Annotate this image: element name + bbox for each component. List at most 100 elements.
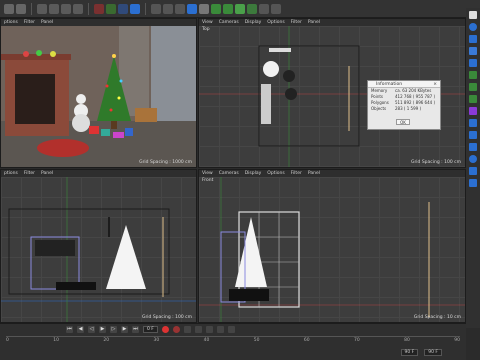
select-icon[interactable] <box>37 3 47 14</box>
x-axis-icon[interactable] <box>94 3 104 14</box>
grid-spacing-label: Grid Spacing : 10 cm <box>413 315 461 320</box>
go-to-start-icon[interactable]: ⏮ <box>66 325 73 333</box>
right-view-geometry <box>1 177 196 322</box>
front-view-geometry <box>199 177 465 322</box>
globe-icon[interactable] <box>469 155 477 163</box>
menu-options[interactable]: ptions <box>4 171 18 176</box>
redo-icon[interactable] <box>16 3 26 14</box>
dialog-titlebar: Information × <box>368 81 440 88</box>
menu-display[interactable]: Display <box>245 20 262 25</box>
menu-panel[interactable]: Panel <box>308 171 320 176</box>
deformer-icon[interactable] <box>469 107 477 115</box>
menu-filter[interactable]: Filter <box>291 20 302 25</box>
z-axis-icon[interactable] <box>118 3 128 14</box>
spline-icon[interactable] <box>469 71 477 79</box>
menu-panel[interactable]: Panel <box>308 20 320 25</box>
menu-options[interactable]: Options <box>267 171 284 176</box>
frame-range: 90 F 90 F <box>400 349 442 356</box>
rotate-icon[interactable] <box>73 3 83 14</box>
main-toolbar <box>0 0 480 18</box>
viewport-menubar: View Cameras Display Options Filter Pane… <box>199 170 465 177</box>
cube-icon[interactable] <box>469 47 477 55</box>
menu-options[interactable]: ptions <box>4 20 18 25</box>
ok-button[interactable]: OK <box>396 119 410 125</box>
light-bulb-icon[interactable] <box>469 11 477 19</box>
menu-filter[interactable]: Filter <box>24 171 35 176</box>
camera-icon[interactable] <box>469 167 477 175</box>
ruler-tick: 90 <box>454 338 460 343</box>
grid-spacing-label: Grid Spacing : 1000 cm <box>139 160 192 165</box>
toolbar-divider <box>88 2 89 15</box>
edge-icon[interactable] <box>469 131 477 139</box>
cube-icon[interactable] <box>187 3 197 14</box>
param-key-icon[interactable] <box>227 325 235 333</box>
step-forward-icon[interactable]: ▷ <box>110 325 117 333</box>
menu-display[interactable]: Display <box>245 171 262 176</box>
menu-options[interactable]: Options <box>267 20 284 25</box>
menu-view[interactable]: View <box>202 20 213 25</box>
pen-icon[interactable] <box>199 3 209 14</box>
toolbar-divider <box>145 2 146 15</box>
ruler-tick: 20 <box>103 338 110 343</box>
ruler-tick: 50 <box>253 338 260 343</box>
step-back-icon[interactable]: ◁ <box>88 325 95 333</box>
timeline-panel: ⏮ ◀ ◁ ▶ ▷ ▶ ⏭ 0 F 0 10 20 30 40 50 60 70… <box>0 323 466 360</box>
autokey-icon[interactable] <box>172 325 180 333</box>
render-region-icon[interactable] <box>151 3 161 14</box>
ruler-tick: 70 <box>354 338 360 343</box>
atom-icon[interactable] <box>469 95 477 103</box>
move-icon[interactable] <box>49 3 59 14</box>
play-icon[interactable]: ▶ <box>99 325 106 333</box>
coordinate-icon[interactable] <box>130 3 140 14</box>
rotate-key-icon[interactable] <box>205 325 213 333</box>
cinema4d-window: ptions Filter Panel Grid Spacing : 1000 … <box>0 0 480 360</box>
keyframe-icon[interactable] <box>183 325 191 333</box>
sphere-icon[interactable] <box>469 23 477 31</box>
close-icon[interactable]: × <box>433 82 437 87</box>
next-key-icon[interactable]: ▶ <box>121 325 128 333</box>
nurbs-icon[interactable] <box>469 83 477 91</box>
camera-icon[interactable] <box>259 3 269 14</box>
environment-icon[interactable] <box>247 3 257 14</box>
polygon-icon[interactable] <box>469 119 477 127</box>
render-settings-icon[interactable] <box>175 3 185 14</box>
grid-spacing-label: Grid Spacing : 100 cm <box>410 160 461 165</box>
ruler-tick: 40 <box>203 338 210 343</box>
go-to-end-icon[interactable]: ⏭ <box>132 325 139 333</box>
move-key-icon[interactable] <box>194 325 202 333</box>
undo-icon[interactable] <box>4 3 14 14</box>
scene-icon[interactable] <box>469 179 477 187</box>
right-viewport[interactable]: ptions Filter Panel Grid Spacing : 100 c… <box>0 169 197 323</box>
y-axis-icon[interactable] <box>106 3 116 14</box>
point-icon[interactable] <box>469 143 477 151</box>
viewport-menubar: ptions Filter Panel <box>1 170 196 177</box>
front-viewport[interactable]: View Cameras Display Options Filter Pane… <box>198 169 466 323</box>
previous-key-icon[interactable]: ◀ <box>77 325 84 333</box>
christmas-scene-render <box>1 26 196 167</box>
timeline-ruler[interactable]: 0 10 20 30 40 50 60 70 80 90 <box>6 336 460 346</box>
subdivision-icon[interactable] <box>211 3 221 14</box>
menu-view[interactable]: View <box>202 171 213 176</box>
scale-icon[interactable] <box>61 3 71 14</box>
end-frame[interactable]: 90 F <box>424 349 442 356</box>
perspective-viewport[interactable]: ptions Filter Panel Grid Spacing : 1000 … <box>0 18 197 168</box>
scale-key-icon[interactable] <box>216 325 224 333</box>
dialog-title: Information <box>376 81 403 87</box>
deformer-icon[interactable] <box>235 3 245 14</box>
right-tool-palette <box>466 8 480 328</box>
cloner-icon[interactable] <box>223 3 233 14</box>
grid-spacing-label: Grid Spacing : 100 cm <box>141 315 192 320</box>
menu-panel[interactable]: Panel <box>41 171 53 176</box>
text-icon[interactable] <box>469 59 477 67</box>
menu-cameras[interactable]: Cameras <box>219 171 239 176</box>
menu-filter[interactable]: Filter <box>24 20 35 25</box>
light-icon[interactable] <box>271 3 281 14</box>
current-frame-field[interactable]: 0 F <box>143 325 158 333</box>
current-frame[interactable]: 90 F <box>400 349 419 356</box>
menu-filter[interactable]: Filter <box>291 171 302 176</box>
render-view-icon[interactable] <box>163 3 173 14</box>
cube-icon[interactable] <box>469 35 477 43</box>
menu-cameras[interactable]: Cameras <box>219 20 239 25</box>
record-icon[interactable] <box>161 325 169 333</box>
menu-panel[interactable]: Panel <box>41 20 53 25</box>
